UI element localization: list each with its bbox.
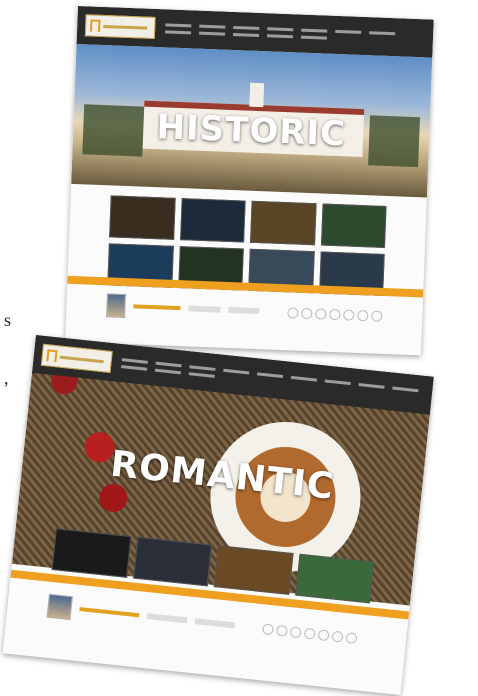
thumbnail <box>179 198 246 243</box>
thumbnail <box>320 203 387 248</box>
hero-image: HISTORIC <box>71 43 433 198</box>
thumbnail <box>250 200 317 246</box>
left-edge-text-1: s <box>4 310 12 330</box>
romantic-website-card: ROMANTIC <box>2 335 434 696</box>
thumbnail <box>51 528 132 578</box>
site-logo <box>40 343 113 373</box>
thumbnail <box>294 553 375 604</box>
thumbnail <box>213 545 294 595</box>
thumbnail <box>109 195 176 240</box>
site-logo <box>84 14 156 39</box>
thumbnail <box>132 536 213 587</box>
nav-links <box>165 23 425 43</box>
site-footer <box>66 292 423 330</box>
historic-website-card: HISTORIC <box>65 6 434 356</box>
left-edge-text-2: , <box>4 368 9 388</box>
